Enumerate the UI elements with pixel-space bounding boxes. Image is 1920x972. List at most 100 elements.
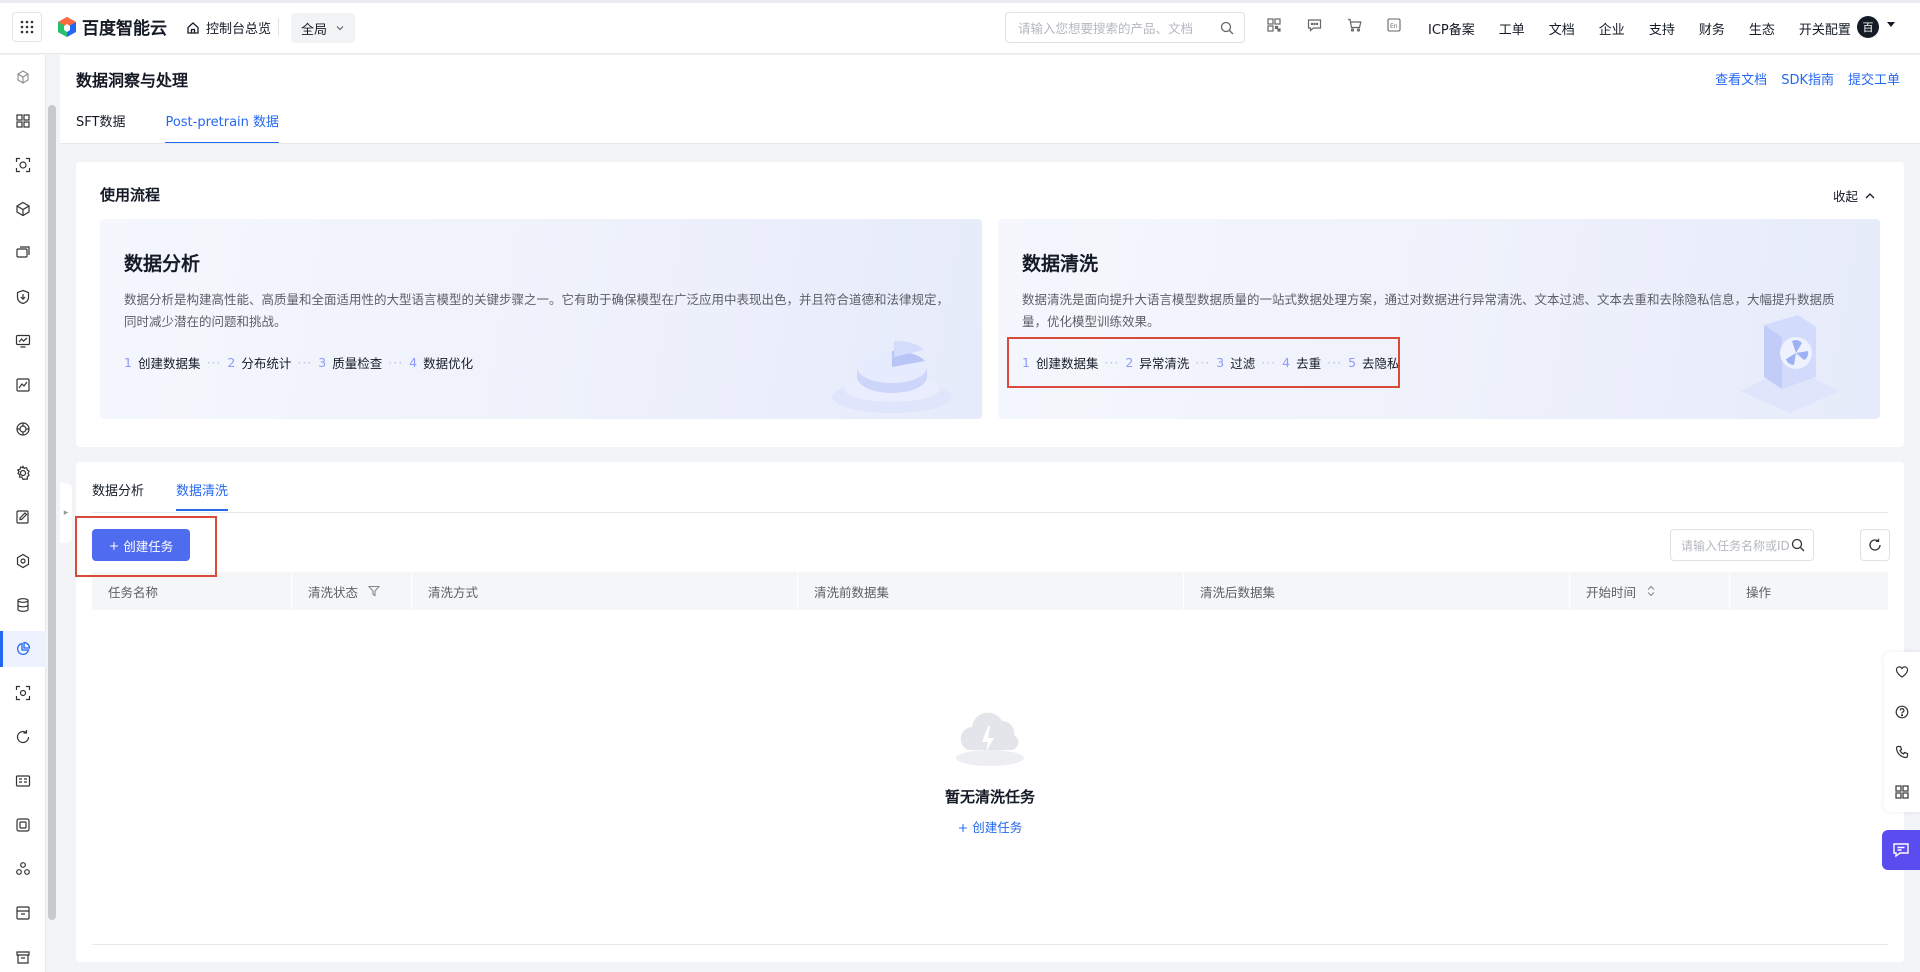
sidebar-item-storage[interactable] [0, 895, 46, 931]
question-icon [1895, 705, 1909, 719]
topbar-divider [278, 18, 279, 36]
nav-support[interactable]: 支持 [1649, 19, 1675, 38]
sidebar-item-package[interactable] [0, 191, 46, 227]
search-icon[interactable] [1791, 538, 1805, 552]
empty-cloud-icon [956, 712, 1024, 766]
brand-logo[interactable]: 百度智能云 [56, 14, 167, 39]
message-icon[interactable] [1305, 16, 1323, 34]
qrcode-icon[interactable] [1265, 16, 1283, 34]
refresh-button[interactable] [1860, 529, 1890, 561]
target-icon [15, 157, 31, 173]
view-docs-link[interactable]: 查看文档 [1715, 69, 1767, 88]
filter-icon[interactable] [368, 585, 381, 597]
sidebar-item-analytics[interactable] [0, 367, 46, 403]
nav-ecosystem[interactable]: 生态 [1749, 19, 1775, 38]
fan-illustration-icon [1740, 315, 1840, 413]
sidebar-item-network[interactable] [0, 851, 46, 887]
table-bottom-divider [92, 944, 1888, 945]
top-accent-line [0, 0, 1920, 3]
apps-button[interactable] [1895, 772, 1909, 812]
sidebar-item-overview[interactable] [0, 59, 46, 95]
plugin-box-icon [16, 818, 30, 832]
global-search-input[interactable]: 请输入您想要搜索的产品、文档 [1005, 12, 1245, 43]
nav-docs[interactable]: 文档 [1549, 19, 1575, 38]
flow-panel-analysis: 数据分析 数据分析是构建高性能、高质量和全面适用性的大型语言模型的关键步骤之一。… [100, 219, 982, 419]
sidebar-scrollbar[interactable] [48, 105, 56, 920]
main-content: 数据洞察与处理 查看文档 SDK指南 提交工单 SFT数据 Post-pretr… [60, 55, 1920, 972]
sidebar-item-settings[interactable] [0, 455, 46, 491]
database-icon [17, 598, 29, 612]
sidebar-item-security[interactable] [0, 543, 46, 579]
page-help-links: 查看文档 SDK指南 提交工单 [1715, 69, 1900, 88]
top-bar: 百度智能云 控制台总览 全局 请输入您想要搜索的产品、文档 En ICP备案 工… [0, 0, 1920, 54]
nodes-icon [16, 862, 30, 875]
col-header-label: 清洗前数据集 [814, 584, 890, 600]
sidebar-item-plugin[interactable] [0, 807, 46, 843]
sidebar-item-app[interactable] [0, 411, 46, 447]
tab-post-pretrain-data[interactable]: Post-pretrain 数据 [165, 111, 280, 144]
console-home-link[interactable]: 控制台总览 [186, 18, 271, 37]
phone-button[interactable] [1895, 732, 1909, 772]
pie-chart-icon [16, 641, 31, 656]
sidebar-item-prompt[interactable] [0, 763, 46, 799]
language-en-icon[interactable]: En [1385, 16, 1403, 34]
nav-ticket[interactable]: 工单 [1499, 19, 1525, 38]
help-button[interactable] [1895, 692, 1909, 732]
gear-icon [16, 465, 30, 481]
product-menu-button[interactable] [12, 12, 42, 42]
sidebar-item-archive[interactable] [0, 939, 46, 972]
sidebar-item-model[interactable] [0, 147, 46, 183]
tab-data-cleaning[interactable]: 数据清洗 [176, 480, 229, 511]
region-select[interactable]: 全局 [291, 13, 356, 43]
sidebar-item-sync[interactable] [0, 719, 46, 755]
refresh-circle-icon [16, 730, 30, 744]
sidebar-expand-handle[interactable]: ▸ [60, 483, 72, 543]
user-avatar[interactable]: 百 [1857, 16, 1879, 38]
sidebar-item-deploy[interactable] [0, 235, 46, 271]
layers-icon [16, 246, 30, 258]
col-task-name: 任务名称 [92, 572, 292, 610]
empty-state: 暂无清洗任务 + 创建任务 [92, 610, 1888, 910]
chat-assistant-button[interactable] [1882, 830, 1920, 870]
step-label: 创建数据集 [137, 356, 201, 371]
caret-right-icon: ▸ [63, 508, 69, 518]
task-tabs-divider [92, 512, 1888, 513]
region-label: 全局 [301, 22, 328, 38]
tab-data-analysis[interactable]: 数据分析 [92, 480, 144, 511]
sidebar-item-dashboard[interactable] [0, 103, 46, 139]
task-search-input[interactable]: 请输入任务名称或ID [1670, 529, 1814, 561]
empty-create-task-link[interactable]: + 创建任务 [958, 817, 1022, 836]
cart-icon[interactable] [1345, 16, 1363, 34]
hexagon-icon [16, 553, 30, 569]
chevron-up-icon [1865, 192, 1875, 198]
sdk-guide-link[interactable]: SDK指南 [1781, 69, 1834, 88]
collapse-button[interactable]: 收起 [1833, 186, 1876, 205]
card-list-icon [15, 775, 31, 787]
sidebar-item-database[interactable] [0, 587, 46, 623]
sort-icon[interactable] [1646, 585, 1656, 597]
chevron-down-icon [336, 26, 344, 31]
sidebar-item-data-insight[interactable] [0, 631, 46, 667]
flow-panel-cleaning: 数据清洗 数据清洗是面向提升大语言模型数据质量的一站式数据处理方案，通过对数据进… [998, 219, 1880, 419]
avatar-caret-icon[interactable] [1887, 22, 1895, 27]
shield-down-icon [16, 289, 30, 305]
favorite-button[interactable] [1895, 652, 1909, 692]
col-start-time[interactable]: 开始时间 [1570, 572, 1730, 610]
sidebar-item-annotate[interactable] [0, 499, 46, 535]
brand-name: 百度智能云 [82, 19, 167, 39]
scan-icon [15, 685, 31, 701]
nav-finance[interactable]: 财务 [1699, 19, 1725, 38]
search-icon[interactable] [1220, 21, 1234, 35]
step-number: 3 [318, 355, 327, 370]
submit-ticket-link[interactable]: 提交工单 [1848, 69, 1900, 88]
sidebar-item-monitor[interactable] [0, 323, 46, 359]
step-connector: ··· [388, 355, 404, 370]
sidebar-item-download[interactable] [0, 279, 46, 315]
sidebar-item-evaluate[interactable] [0, 675, 46, 711]
page-title: 数据洞察与处理 [76, 71, 189, 90]
floating-toolbar [1884, 652, 1920, 812]
nav-icp[interactable]: ICP备案 [1428, 19, 1475, 38]
nav-switch-config[interactable]: 开关配置 [1799, 19, 1851, 38]
nav-enterprise[interactable]: 企业 [1599, 19, 1625, 38]
tab-sft-data[interactable]: SFT数据 [76, 111, 125, 144]
